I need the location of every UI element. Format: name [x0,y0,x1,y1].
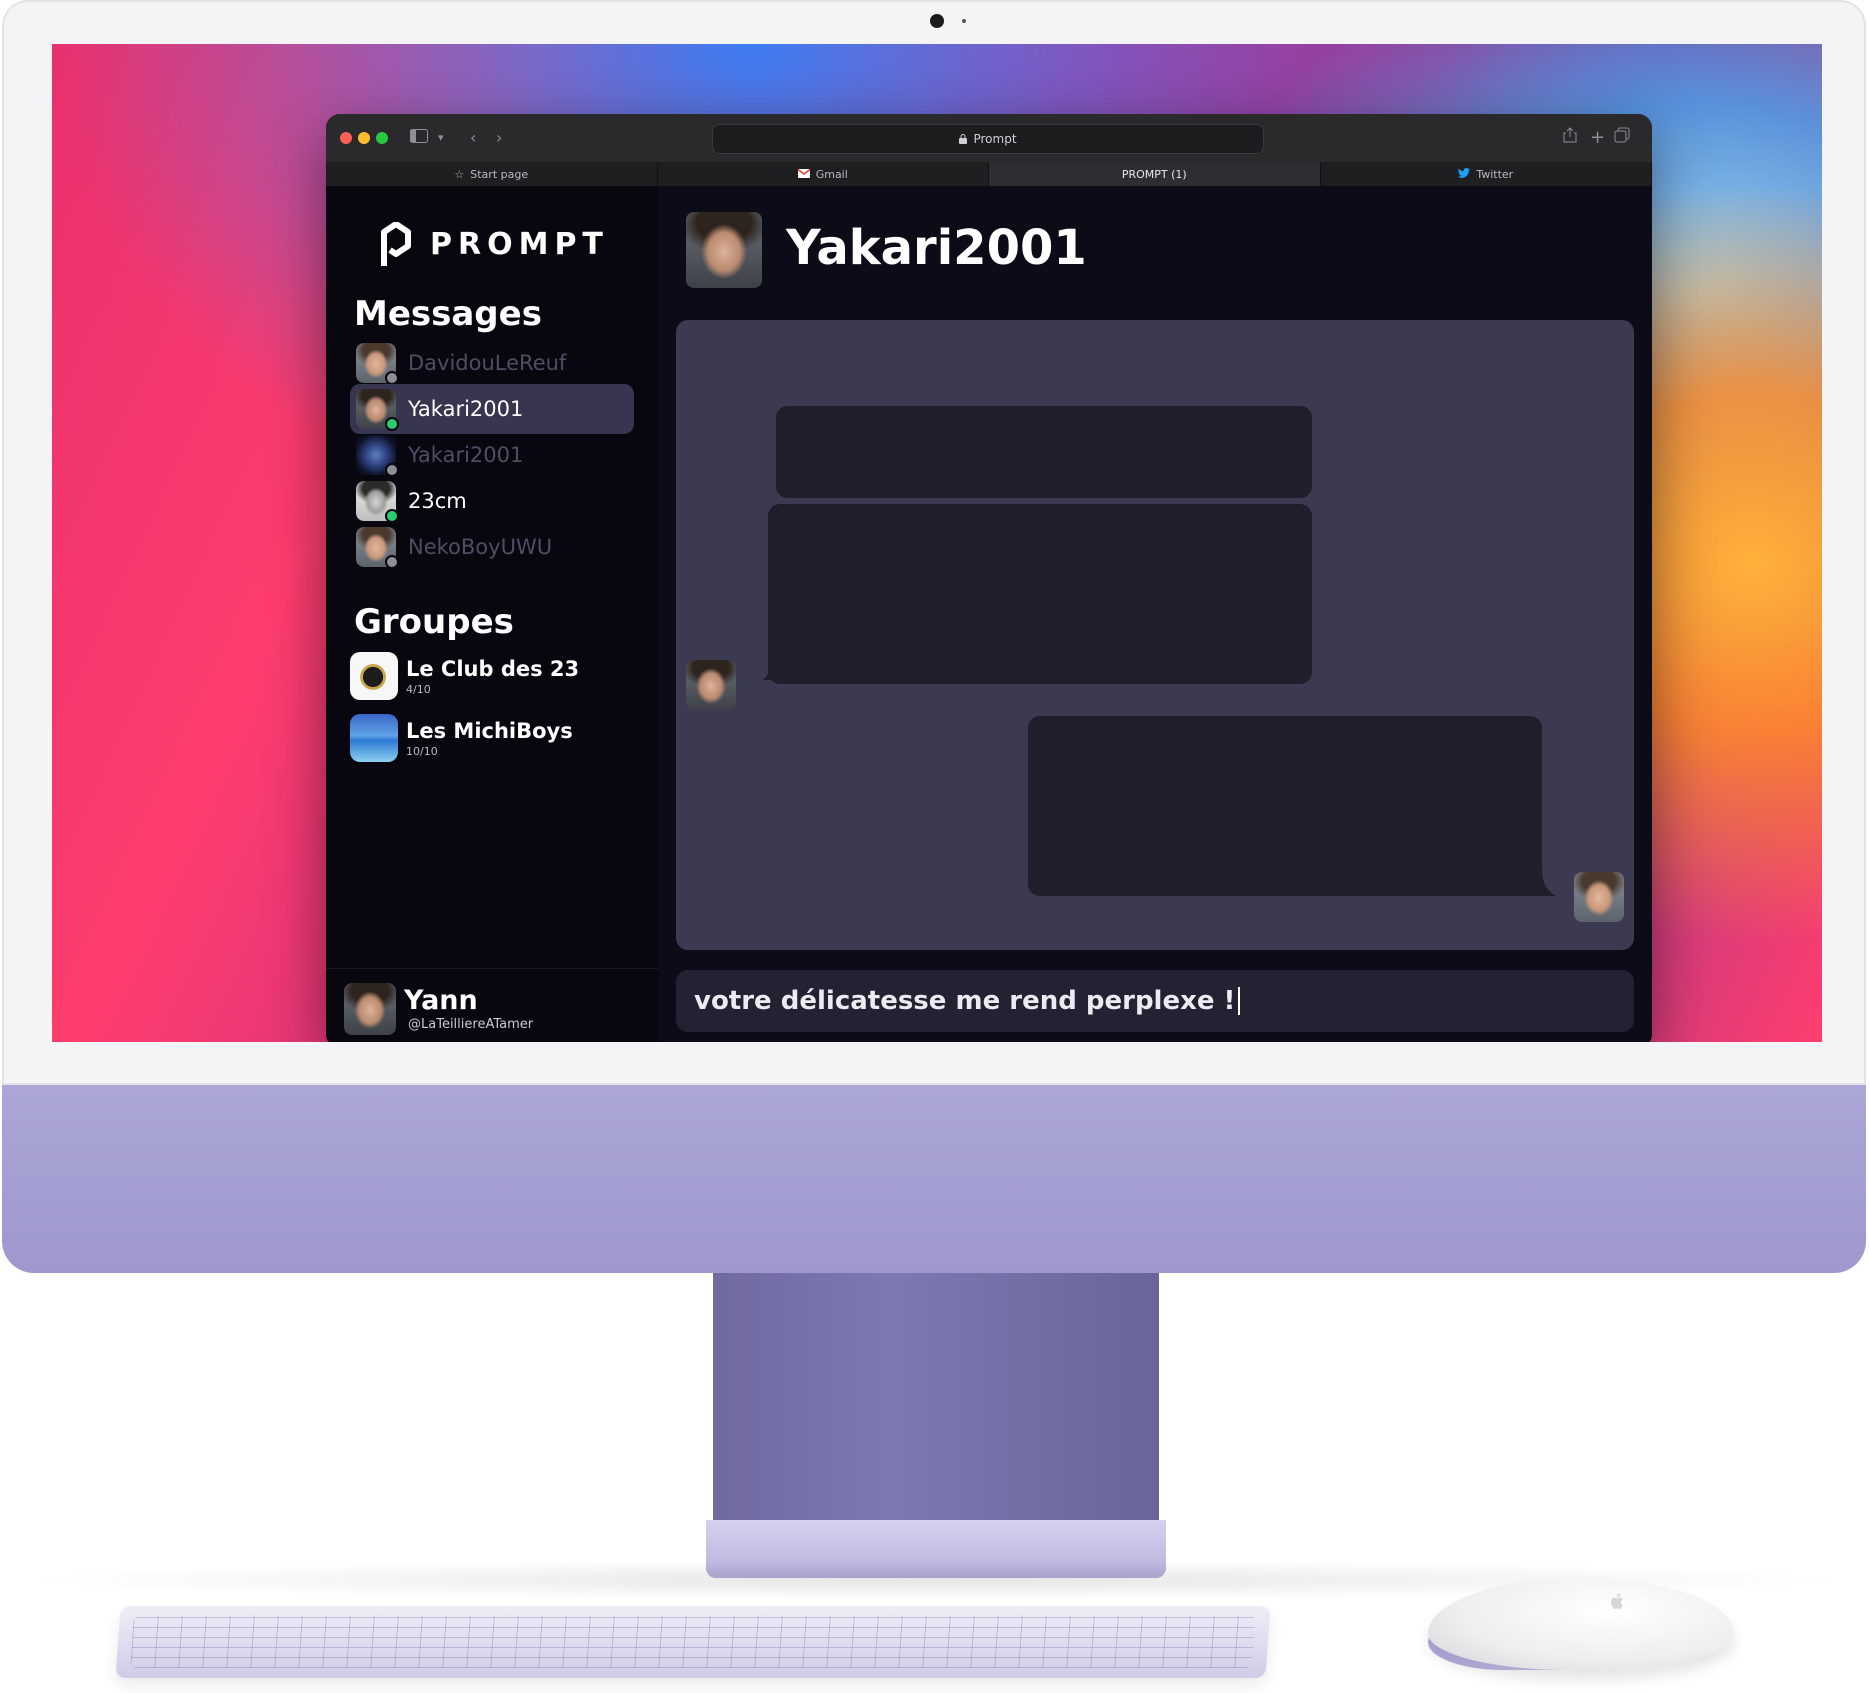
status-dot [385,555,399,569]
apple-logo-icon [1611,1593,1623,1609]
status-dot [385,371,399,385]
tab-label: Twitter [1476,167,1514,181]
contact-name: DavidouLeReuf [408,351,567,375]
tab-overview-icon[interactable] [1614,126,1630,150]
groups-heading: Groupes [354,602,514,642]
group-avatar [350,714,398,762]
user-avatar [344,983,396,1035]
conversation-panel: Yakari2001 votre délicatesse me rend per… [658,186,1652,1042]
avatar [356,527,399,569]
conversation-title: Yakari2001 [786,220,1087,276]
chevron-down-icon[interactable]: ▾ [438,126,444,150]
message-thread[interactable] [676,320,1634,950]
browser-window: ▾ ‹ › Prompt + ☆ Start page Gmail PROMPT… [326,114,1652,1042]
share-icon[interactable] [1563,126,1577,150]
keyboard [115,1606,1271,1678]
text-caret [1238,987,1241,1015]
contact-name: Yakari2001 [408,443,524,467]
sidebar: PROMPT Messages DavidouLeReuf Yakari2001… [326,186,658,1042]
keyboard-keys [130,1616,1256,1668]
minimize-window-button[interactable] [358,132,370,144]
user-name: Yann [404,985,478,1016]
close-window-button[interactable] [340,132,352,144]
twitter-icon [1458,167,1471,181]
imac-bezel: ▾ ‹ › Prompt + ☆ Start page Gmail PROMPT… [2,0,1866,1085]
app-logo[interactable]: PROMPT [380,222,609,266]
bubble-tail [762,650,786,680]
group-name: Les MichiBoys [406,718,573,743]
contact-item[interactable]: 23cm [350,476,634,526]
star-icon: ☆ [454,167,465,181]
user-handle: @LaTeilliereATamer [408,1017,534,1032]
avatar [356,389,399,431]
group-item[interactable]: Les MichiBoys 10/10 [350,714,573,762]
contact-name: Yakari2001 [408,397,524,421]
message-bubble-received [776,406,1312,498]
sender-avatar [686,660,736,710]
conversation-avatar[interactable] [686,212,762,288]
message-bubble-received [768,504,1312,684]
group-item[interactable]: Le Club des 23 4/10 [350,652,579,700]
camera-light-icon [962,19,966,23]
forward-icon[interactable]: › [496,126,502,150]
imac-chin [2,1085,1866,1273]
address-text: Prompt [973,132,1017,146]
message-composer[interactable]: votre délicatesse me rend perplexe ! [676,970,1634,1032]
camera-icon [930,14,944,28]
own-avatar [1574,872,1624,922]
contact-item[interactable]: NekoBoyUWU [350,522,634,572]
group-member-count: 10/10 [406,744,438,758]
group-avatar [350,652,398,700]
tab-label: Start page [470,167,529,181]
desktop-wallpaper: ▾ ‹ › Prompt + ☆ Start page Gmail PROMPT… [52,44,1822,1042]
avatar [356,481,399,523]
tab-label: Gmail [815,167,848,181]
tab-gmail[interactable]: Gmail [658,162,989,186]
avatar [356,435,399,477]
logo-text: PROMPT [430,226,609,262]
prompt-logo-icon [381,222,411,266]
contact-item[interactable]: DavidouLeReuf [350,338,634,388]
tab-start-page[interactable]: ☆ Start page [326,162,658,186]
avatar [356,343,399,385]
tab-twitter[interactable]: Twitter [1321,162,1652,186]
status-dot [385,463,399,477]
new-tab-icon[interactable]: + [1590,126,1605,150]
contact-item-active[interactable]: Yakari2001 [350,384,634,434]
group-member-count: 4/10 [406,682,431,696]
back-icon[interactable]: ‹ [470,126,476,150]
status-dot [385,509,399,523]
bubble-tail [1534,870,1556,896]
gmail-icon [797,168,811,181]
address-bar[interactable]: Prompt [712,124,1264,154]
tab-prompt[interactable]: PROMPT (1) [989,162,1321,186]
lock-icon [959,134,968,144]
imac-stand [713,1273,1159,1533]
tab-label: PROMPT (1) [1121,167,1187,181]
composer-text: votre délicatesse me rend perplexe ! [694,986,1236,1016]
tab-bar: ☆ Start page Gmail PROMPT (1) Twitter [326,162,1652,186]
contact-name: 23cm [408,489,467,513]
contact-item[interactable]: Yakari2001 [350,430,634,480]
current-user[interactable]: Yann @LaTeilliereATamer [326,968,658,1042]
messages-heading: Messages [354,294,542,334]
message-bubble-sent [1028,716,1542,896]
prompt-app: PROMPT Messages DavidouLeReuf Yakari2001… [326,186,1652,1042]
status-dot [385,417,399,431]
sidebar-toggle-icon[interactable] [410,126,428,150]
contact-name: NekoBoyUWU [408,535,553,559]
browser-titlebar: ▾ ‹ › Prompt + [326,114,1652,162]
group-name: Le Club des 23 [406,656,580,681]
zoom-window-button[interactable] [376,132,388,144]
